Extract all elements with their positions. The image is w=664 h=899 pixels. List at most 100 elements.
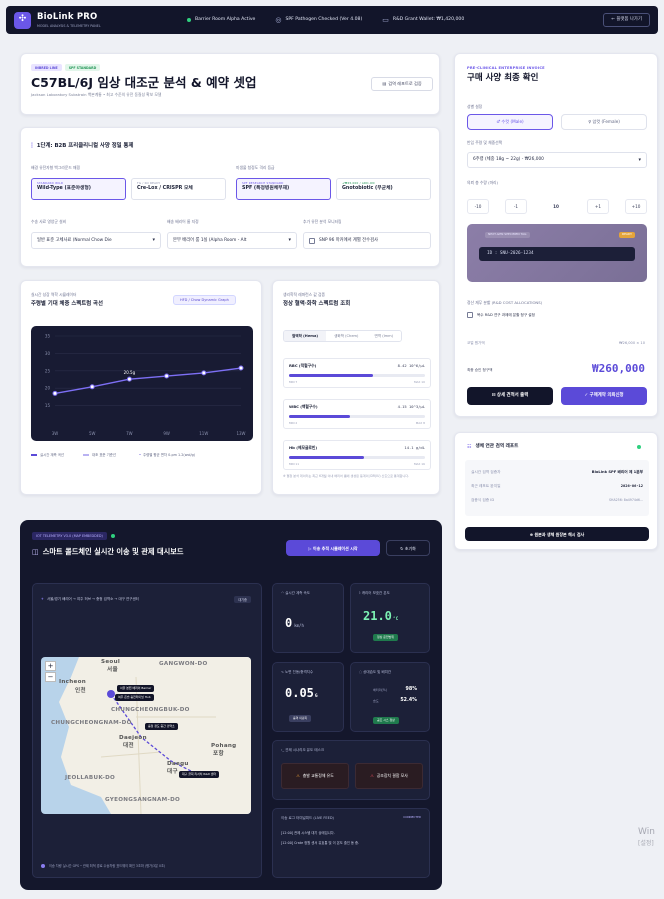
alloc-checkbox[interactable]: [467, 312, 473, 318]
invoice-kicker: PRE-CLINICAL ENTERPRISE INVOICE: [467, 66, 545, 70]
shield-check-icon: ◎: [275, 15, 282, 24]
genetic-option-crelox[interactable]: TG / KO READY Cre-Lox / CRISPR 모체: [131, 178, 226, 200]
x-tick-label: 11W: [199, 431, 208, 436]
sex-male-button[interactable]: ♂ 수컷 (Male): [467, 114, 553, 130]
exit-platform-button[interactable]: ← 플랫폼 나가기: [603, 13, 650, 27]
microbe-option-spf[interactable]: SPF RESEARCH STANDARD SPF (특정병원체부재): [236, 178, 331, 200]
count-plus1-button[interactable]: +1: [587, 199, 609, 214]
reset-button[interactable]: ↻ 초기화: [386, 540, 430, 556]
zoom-in-button[interactable]: +: [45, 661, 56, 671]
verify-row: 실시간 검역 검증자 BioLink SPF 배리어 제 1분부: [471, 470, 643, 474]
step-title: ⫶ 1단계: B2B 프리클리니컬 사양 정밀 통제: [31, 142, 134, 150]
verify-row: 검증식 검증 ID SHA256: 8a4974d6...: [471, 498, 643, 502]
unit-price-label: 코얼 원가액: [467, 341, 485, 345]
count-plus10-button[interactable]: +10: [625, 199, 647, 214]
tab-imm[interactable]: 면역 (Imm): [366, 331, 402, 342]
map-view[interactable]: + − Seoul 서울 GANGWON-DO Incheon 인천 CHUNG…: [41, 657, 251, 814]
iot-dashboard: IOT TELEMETRY V3.0 (MAP EMBEDDED) ◫ 스마트 콜…: [20, 520, 442, 890]
barrier-select[interactable]: 본부 배리어 룸 1실 (Alpha Room - Alt ▾: [167, 232, 297, 249]
map-panel: ✈ 서울/경기 배리어 → 여주 허브 → 충청 검역소 → 대구 연구센터 대기…: [32, 583, 262, 878]
map-label-pohang-ko: 포항: [213, 751, 224, 757]
hb-fill: [289, 456, 364, 459]
wbc-fill: [289, 415, 351, 418]
growth-title: 주령별 기대 체중 스펙트럼 곡선: [31, 301, 103, 307]
sex-female-button[interactable]: ♀ 암컷 (Female): [561, 114, 647, 130]
genetic-label: 배경 유전자형 백그라운드 매핑: [31, 165, 81, 170]
report-icon: ▤: [382, 81, 387, 87]
print-quote-button[interactable]: ⊟ 상세 견적서 출력: [467, 387, 553, 405]
x-tick-label: 13W: [236, 431, 245, 436]
verify-row: 최근 레포트 완지일 2026-06-12: [471, 484, 643, 488]
map-label-pohang: Pohang: [211, 743, 237, 749]
map-marker-seoul[interactable]: 서울 본원 배리어 Barrier: [117, 685, 155, 692]
series-line: [54, 367, 242, 395]
map-label-gyeongnam: GYEONGSANGNAM-DO: [105, 797, 181, 803]
hvac-failure-scenario-button[interactable]: ⚠ 공조장치 결함 모사: [355, 763, 423, 789]
app-logo-icon: ✣: [14, 11, 31, 29]
route-status-badge: 대기중: [234, 596, 251, 603]
traffic-jam-scenario-button[interactable]: ⚠ 충발 교통정체 유도: [281, 763, 349, 789]
scenario-tile: ›_ 관제 시나리오 유도 테스크 ⚠ 충발 교통정체 유도 ⚠ 공조장치 결함 모…: [272, 740, 430, 800]
hash-verify-button[interactable]: ⊕ 원본과 생체 원장본 해시 검사: [465, 527, 649, 541]
tab-hema[interactable]: 혈액학 (Hema): [284, 331, 327, 342]
map-label-daejeon-ko: 대전: [123, 743, 134, 749]
legend-swatch: [83, 454, 89, 457]
map-marker-chungcheong[interactable]: 충청 청도 중간 검역소: [145, 723, 178, 730]
temp-value: 21.0°C: [363, 609, 399, 623]
status-barrier: Barrier Room Alpha Active: [187, 17, 255, 23]
log-line: [12:00] 관제 시스템 대기 상태입니다.: [281, 831, 335, 835]
route-text: ✈ 서울/경기 배리어 → 여주 허브 → 충청 검역소 → 대구 연구센터: [41, 597, 139, 601]
growth-chart-card: 실시간 성장 역학 시뮬레이터 주령별 기대 체중 스펙트럼 곡선 HFD / …: [20, 280, 262, 495]
vibration-value: 0.05G: [285, 686, 318, 700]
map-label-chungnam: CHUNGCHEONGNAM-DO: [51, 720, 132, 726]
preview-label: NEXT-GEN SPECIMEN TAG: [485, 232, 530, 238]
chevron-down-icon: ▾: [638, 156, 641, 163]
weight-select[interactable]: 6주령 (체중 18g ~ 22g) - ₩26,000 ▾: [467, 152, 647, 168]
iot-live-dot-icon: [110, 534, 115, 539]
top-bar: ✣ BioLink PRO MODEL ANALYSIS & TELEMETRY…: [6, 6, 658, 34]
invoice-card: PRE-CLINICAL ENTERPRISE INVOICE 구매 사양 최종…: [454, 53, 658, 417]
tab-chem[interactable]: 생화학 (Chem): [326, 331, 367, 342]
iot-tag: IOT TELEMETRY V3.0 (MAP EMBEDDED): [32, 532, 107, 541]
start-simulation-button[interactable]: ▷ 이송 추적 시뮬레이션 시작: [286, 540, 380, 556]
status-wallet: ▭ R&D Grant Wallet: ₩1,420,000: [382, 15, 465, 24]
data-point: [238, 365, 244, 371]
blood-kicker: 생리학적 레퍼런스 값 검증: [283, 292, 326, 297]
verify-status-dot-icon: [637, 445, 641, 449]
chevron-down-icon: ▾: [152, 237, 155, 244]
blood-reference-card: 생리학적 레퍼런스 값 검증 정상 혈액·화학 스펙트럼 조회 혈액학 (Hem…: [272, 280, 440, 495]
data-point: [89, 384, 95, 390]
count-minus1-button[interactable]: -1: [505, 199, 527, 214]
quarantine-report-button[interactable]: ▤ 검역 레포트로 검증: [371, 77, 433, 91]
count-input[interactable]: 10: [533, 199, 579, 214]
app-title: BioLink PRO: [37, 12, 98, 23]
extra-label: 추가 유전 분석 모니터링: [303, 219, 342, 224]
alloc-checkbox-row[interactable]: 복수 R&D 연구 과제에 분할 청구 설정: [467, 312, 535, 318]
zoom-out-button[interactable]: −: [45, 672, 56, 682]
hvac-status-badge: 공조 시스 정상: [373, 717, 399, 724]
spec-control-card: ⫶ 1단계: B2B 프리클리니컬 사양 정밀 통제 배경 유전자형 백그라운드 …: [20, 127, 440, 267]
snp-checkbox[interactable]: [309, 237, 315, 244]
snp-checkbox-row[interactable]: SNP 96 마커에서 계별 전수검사: [303, 232, 431, 249]
map-marker-yeoju[interactable]: 여주 온습·충전터미널 Hub: [115, 694, 154, 701]
barrier-label: 배송 배리어 룸 지정: [167, 219, 199, 224]
graph-mode-button[interactable]: HFD / Chow Dynamic Graph: [173, 295, 236, 306]
diet-select[interactable]: 일반 표준 고체사료 (Normal Chow Die ▾: [31, 232, 161, 249]
growth-chart-svg: 35 30 25 20 15 3W 5W 7W 9W 11W 13W 20.5g: [45, 334, 246, 437]
total-label: 최종 승인 청구액: [467, 368, 493, 372]
map-marker-daegu[interactable]: 대구 클릭 리서치 R&D 센터: [179, 771, 220, 778]
battery-value: 98%: [405, 687, 417, 692]
data-point: [52, 390, 58, 396]
map-label-daegu-ko: 대구: [167, 769, 178, 775]
count-minus10-button[interactable]: -10: [467, 199, 489, 214]
legend-swatch: [31, 454, 37, 457]
tag-spf: SPF STANDARD: [64, 64, 101, 71]
confirm-purchase-button[interactable]: ✓ 구매계약 의뢰신청: [561, 387, 647, 405]
microbe-option-gnotobiotic[interactable]: +₩45,000 / ADD-ON Gnotobiotic (무균체): [336, 178, 431, 200]
log-tile: 이송 로그 터미널피드 (LIVE FEED) CONNECTED [12:00…: [272, 808, 430, 878]
blood-title: 정상 혈액·화학 스펙트럼 조회: [283, 301, 351, 307]
humidity-value: 52.4%: [400, 698, 417, 703]
weight-label: 반입 주령 및 체중선택: [467, 140, 503, 145]
genetic-option-wildtype[interactable]: STANDARD WILD Wild-Type (표준야생형): [31, 178, 126, 200]
vibration-status-badge: 충격 미감지: [289, 715, 312, 722]
